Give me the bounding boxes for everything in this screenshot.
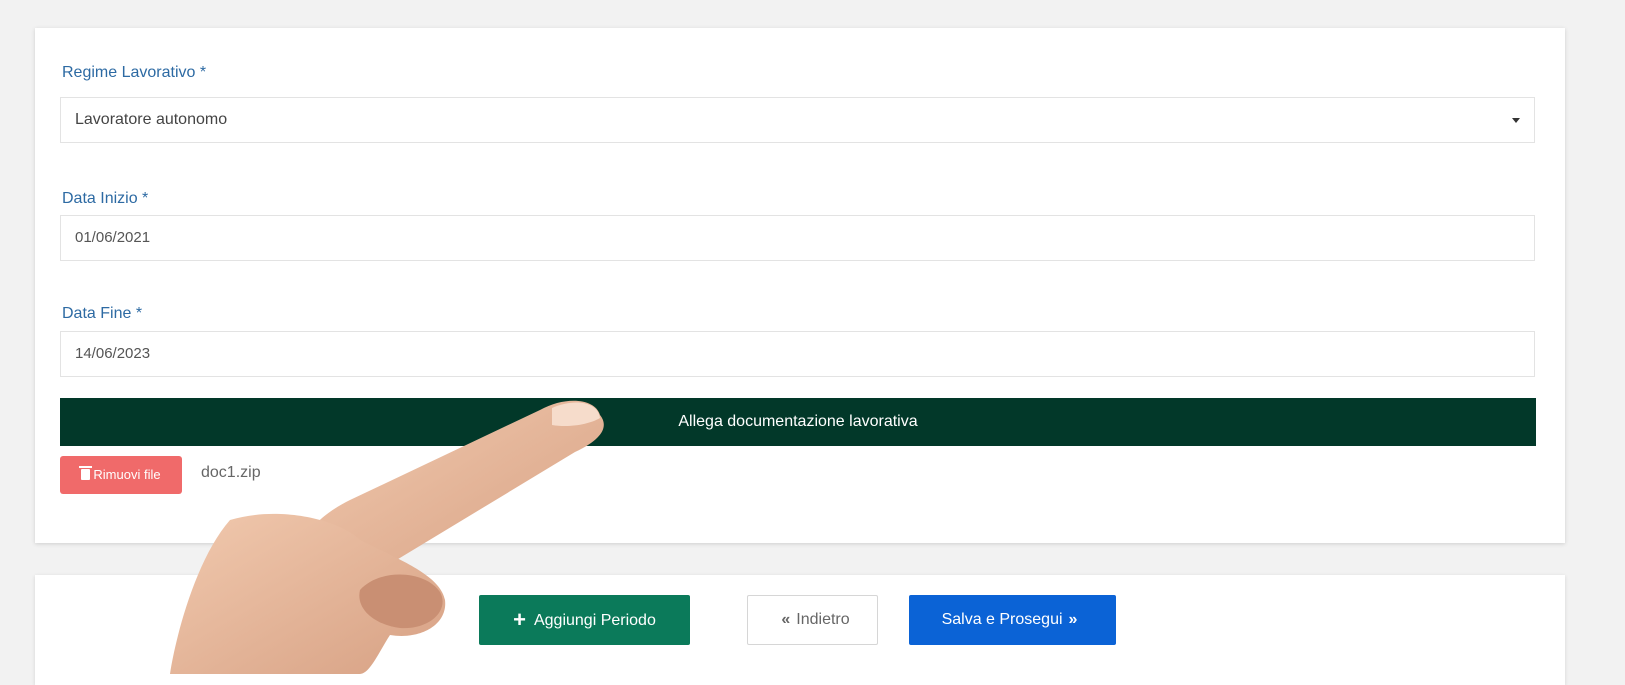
back-button[interactable]: « Indietro <box>747 595 878 645</box>
start-date-label: Data Inizio * <box>62 190 149 207</box>
attach-documentation-button[interactable]: Allega documentazione lavorativa <box>60 398 1536 446</box>
save-continue-label: Salva e Prosegui <box>941 611 1063 628</box>
add-period-button[interactable]: + Aggiungi Periodo <box>479 595 690 645</box>
remove-file-label: Rimuovi file <box>93 467 161 482</box>
work-period-card: Regime Lavorativo * Lavoratore autonomo … <box>35 28 1565 543</box>
double-chevron-left-icon: « <box>781 611 791 628</box>
regime-select[interactable]: Lavoratore autonomo <box>60 97 1535 143</box>
end-date-value: 14/06/2023 <box>75 345 151 362</box>
trash-icon <box>79 466 93 480</box>
regime-label: Regime Lavorativo * <box>62 64 207 81</box>
double-chevron-right-icon: » <box>1068 611 1078 628</box>
end-date-label: Data Fine * <box>62 305 143 322</box>
end-date-field[interactable]: 14/06/2023 <box>60 331 1535 377</box>
caret-down-icon <box>1512 118 1520 123</box>
regime-value: Lavoratore autonomo <box>75 111 228 128</box>
add-period-label: Aggiungi Periodo <box>533 612 656 629</box>
attached-file-name: doc1.zip <box>201 464 261 481</box>
start-date-field[interactable]: 01/06/2021 <box>60 215 1535 261</box>
save-continue-button[interactable]: Salva e Prosegui » <box>909 595 1116 645</box>
actions-bar: + Aggiungi Periodo « Indietro Salva e Pros… <box>35 575 1565 685</box>
remove-file-button[interactable]: Rimuovi file <box>60 456 182 494</box>
plus-icon: + <box>513 607 526 632</box>
back-label: Indietro <box>796 611 850 628</box>
start-date-value: 01/06/2021 <box>75 229 151 246</box>
